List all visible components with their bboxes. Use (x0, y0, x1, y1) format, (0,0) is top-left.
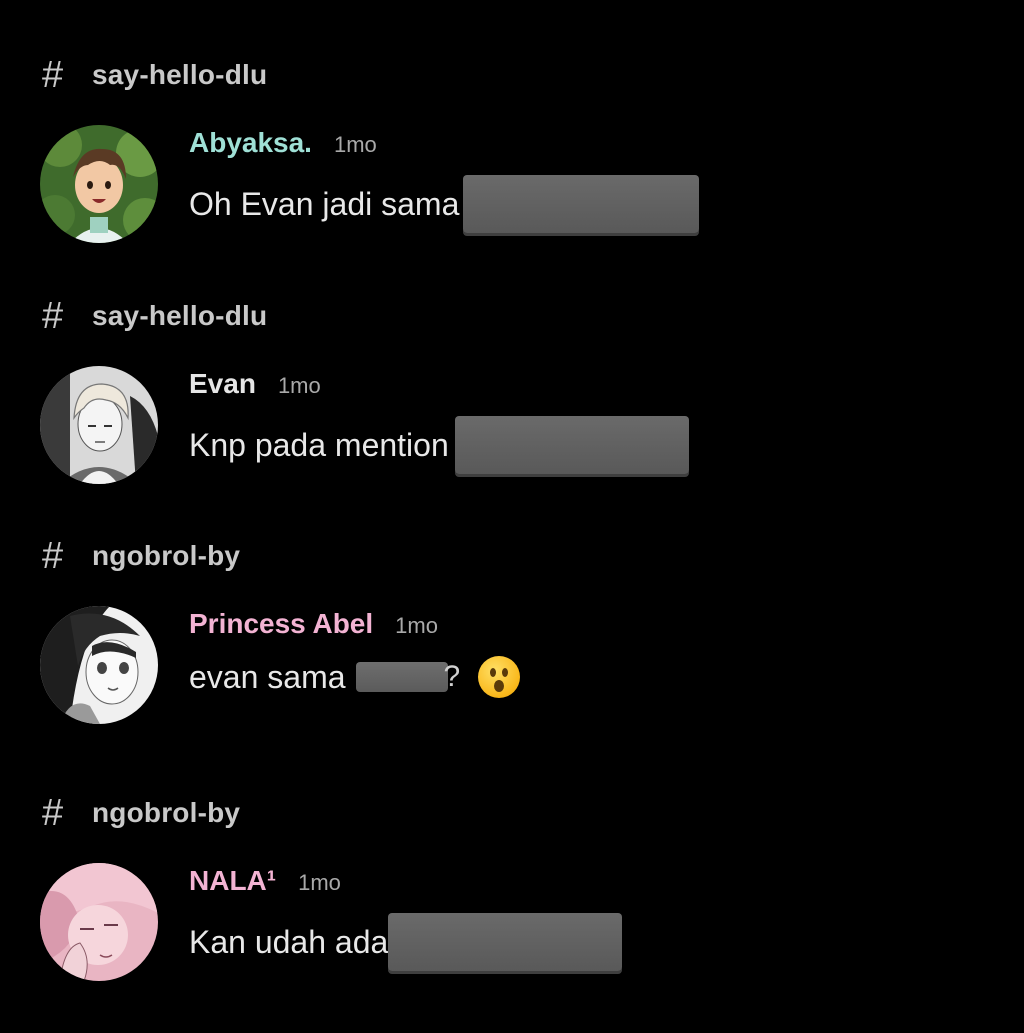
message-header: Princess Abel 1mo (189, 608, 438, 640)
channel-header[interactable]: # say-hello-dlu (42, 55, 267, 95)
message-header: NALA¹ 1mo (189, 865, 341, 897)
channel-header[interactable]: # say-hello-dlu (42, 296, 267, 336)
message-text: Kan udah ada (189, 913, 623, 971)
redacted-block (355, 662, 448, 692)
channel-name: ngobrol-by (92, 540, 241, 571)
channel-header[interactable]: # ngobrol-by (42, 793, 240, 833)
avatar[interactable] (40, 125, 158, 243)
hash-icon: # (42, 295, 64, 337)
message-content: Knp pada mention (189, 426, 449, 463)
hash-icon: # (42, 54, 64, 96)
message-content: Kan udah ada (189, 923, 389, 960)
message-text: Knp pada mention (189, 416, 689, 474)
channel-header[interactable]: # ngobrol-by (42, 536, 240, 576)
search-result[interactable]: # ngobrol-by Princess Abel 1mo evan sama… (0, 536, 1024, 776)
message-header: Abyaksa. 1mo (189, 127, 377, 159)
message-header: Evan 1mo (189, 368, 321, 400)
author-name[interactable]: Abyaksa. (189, 127, 312, 159)
timestamp: 1mo (277, 373, 321, 398)
avatar[interactable] (40, 606, 158, 724)
hash-icon: # (42, 792, 64, 834)
message-text: Oh Evan jadi sama (189, 175, 700, 233)
author-name[interactable]: Princess Abel (189, 608, 373, 640)
message-suffix: ? (443, 660, 461, 693)
redacted-block (463, 175, 700, 233)
avatar[interactable] (40, 863, 158, 981)
timestamp: 1mo (333, 132, 377, 157)
hash-icon: # (42, 535, 64, 577)
redacted-block (454, 416, 689, 474)
channel-name: say-hello-dlu (92, 300, 268, 331)
timestamp: 1mo (298, 870, 341, 895)
message-content: Oh Evan jadi sama (189, 185, 460, 222)
search-result[interactable]: # say-hello-dlu Abyaksa. 1mo Oh Evan jad… (0, 55, 1024, 295)
search-result[interactable]: # ngobrol-by NALA¹ 1mo Kan udah ada (0, 793, 1024, 1033)
author-name[interactable]: NALA¹ (189, 865, 276, 897)
author-name[interactable]: Evan (189, 368, 256, 400)
message-content: evan sama (189, 658, 346, 695)
astonished-face-emoji (478, 656, 521, 698)
timestamp: 1mo (395, 613, 438, 638)
message-text: evan sama ? (189, 656, 521, 698)
search-result[interactable]: # say-hello-dlu Evan 1mo Knp pada mentio… (0, 296, 1024, 536)
channel-name: say-hello-dlu (92, 59, 268, 90)
avatar[interactable] (40, 366, 158, 484)
channel-name: ngobrol-by (92, 797, 241, 828)
redacted-block (388, 913, 623, 971)
